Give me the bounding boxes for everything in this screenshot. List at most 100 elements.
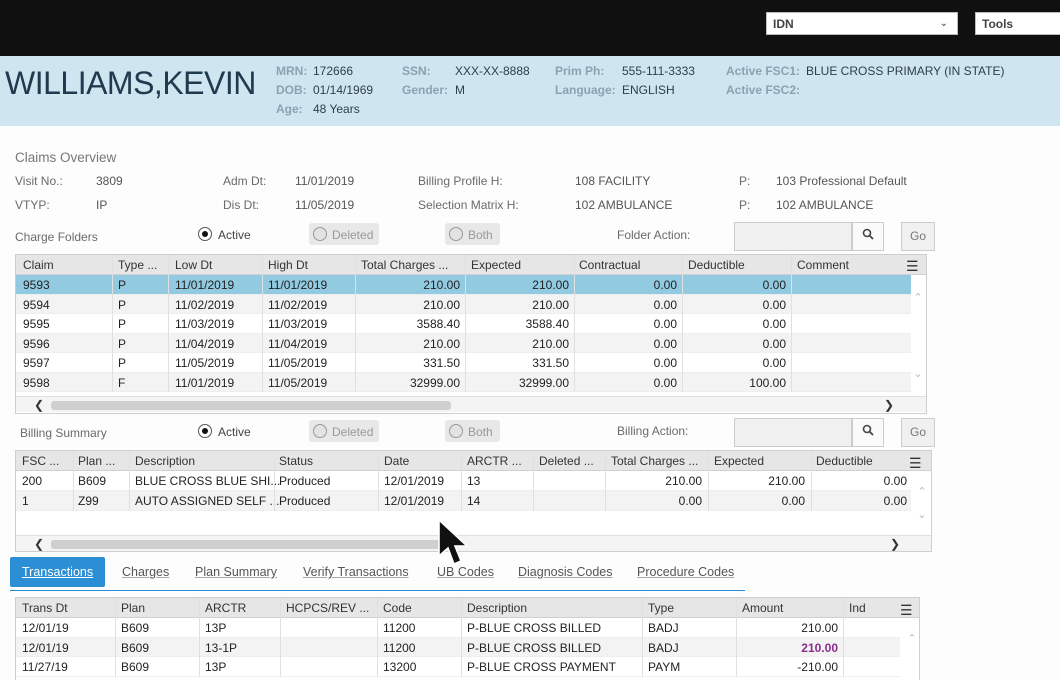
charge-folder-row[interactable]: 9596 P 11/04/2019 11/04/2019 210.00 210.00 0.0… (16, 333, 911, 353)
p2-label: P: (739, 198, 751, 212)
scroll-up-icon[interactable]: ⌃ (913, 485, 931, 498)
charge-active-radio[interactable] (198, 227, 212, 241)
charge-folder-row[interactable]: 9593 P 11/01/2019 11/01/2019 210.00 210.00 0.0… (16, 275, 911, 295)
charge-folders-grid: Claim Type ... Low Dt High Dt Total Char… (15, 254, 927, 414)
column-divider (533, 451, 534, 511)
col-header[interactable]: Date (384, 454, 409, 468)
col-header[interactable]: Total Charges ... (611, 454, 698, 468)
column-divider (461, 598, 462, 677)
charge-both-radio[interactable] (449, 227, 463, 241)
col-header[interactable]: Claim (23, 258, 54, 272)
table-cell: 0.00 (653, 297, 677, 312)
col-header[interactable]: ARCTR ... (467, 454, 522, 468)
table-cell: F (118, 375, 126, 390)
folder-action-search-button[interactable] (852, 222, 884, 251)
col-header[interactable]: Contractual (579, 258, 640, 272)
billing-both-radio[interactable] (449, 424, 463, 438)
column-divider (642, 598, 643, 677)
ssn-value: XXX-XX-8888 (455, 64, 530, 78)
scroll-up-icon[interactable]: ⌃ (903, 632, 921, 645)
tab-plan-summary[interactable]: Plan Summary (195, 565, 277, 579)
billing-summary-row[interactable]: 200 B609 BLUE CROSS BLUE SHI... Produced 12/… (16, 471, 911, 491)
col-header[interactable]: Expected (471, 258, 521, 272)
scroll-left-icon[interactable]: ❮ (34, 398, 44, 412)
tab-procedure-codes[interactable]: Procedure Codes (637, 565, 734, 579)
billing-action-input[interactable] (734, 418, 852, 447)
column-divider (574, 255, 575, 392)
table-cell: 0.00 (762, 336, 786, 351)
table-cell: 11/05/2019 (268, 356, 328, 370)
col-header[interactable]: HCPCS/REV ... (286, 601, 369, 615)
col-header[interactable]: Type ... (118, 258, 157, 272)
grid-menu-icon[interactable]: ☰ (906, 258, 919, 275)
tools-select[interactable]: Tools (975, 12, 1060, 35)
billing-go-button[interactable]: Go (901, 418, 935, 447)
column-divider (791, 255, 792, 392)
col-header[interactable]: Plan (121, 601, 145, 615)
scroll-thumb[interactable] (51, 401, 451, 410)
tab-diagnosis-codes[interactable]: Diagnosis Codes (518, 565, 613, 579)
billing-both-label: Both (468, 425, 493, 439)
col-header[interactable]: FSC ... (22, 454, 59, 468)
idn-select[interactable]: IDN ⌄ (766, 12, 958, 35)
charge-deleted-radio[interactable] (313, 227, 327, 241)
scroll-up-icon[interactable]: ⌃ (909, 291, 927, 304)
tab-transactions[interactable]: Transactions (10, 557, 106, 587)
col-header[interactable]: Comment (797, 258, 849, 272)
transaction-row[interactable]: 12/01/19 B609 13P 11200 P-BLUE CROSS BILLED B… (16, 618, 900, 638)
table-cell: P (118, 356, 127, 370)
billing-summary-hscroll[interactable]: ❮ ❯ (16, 535, 931, 551)
table-cell: 0.00 (762, 356, 786, 370)
charge-deleted-label: Deleted (332, 228, 374, 242)
table-cell: 11/03/2019 (268, 317, 328, 331)
billing-active-radio[interactable] (198, 424, 212, 438)
col-header[interactable]: Deductible (816, 454, 873, 468)
grid-menu-icon[interactable]: ☰ (909, 455, 922, 472)
col-header[interactable]: High Dt (268, 258, 308, 272)
charge-folder-row[interactable]: 9597 P 11/05/2019 11/05/2019 331.50 331.50 0.0… (16, 353, 911, 373)
charge-folder-row[interactable]: 9595 P 11/03/2019 11/03/2019 3588.40 3588.40 0… (16, 314, 911, 334)
col-header[interactable]: Trans Dt (22, 601, 68, 615)
col-header[interactable]: Deductible (688, 258, 745, 272)
tab-charges[interactable]: Charges (122, 565, 169, 579)
col-header[interactable]: Plan ... (78, 454, 115, 468)
col-header[interactable]: ARCTR (205, 601, 246, 615)
column-divider (73, 451, 74, 511)
transaction-row[interactable]: 11/27/19 B609 13P 13200 P-BLUE CROSS PAYMENT… (16, 657, 900, 677)
billing-action-search-button[interactable] (852, 418, 884, 447)
scroll-right-icon[interactable]: ❯ (884, 398, 894, 412)
column-divider (262, 255, 263, 392)
scroll-down-icon[interactable]: ⌄ (913, 508, 931, 521)
table-cell: 3588.40 (416, 317, 460, 331)
scroll-down-icon[interactable]: ⌄ (909, 367, 927, 380)
charge-folder-row[interactable]: 9594 P 11/02/2019 11/02/2019 210.00 210.00 0.0… (16, 294, 911, 314)
table-cell: 0.00 (653, 356, 677, 370)
col-header[interactable]: Amount (742, 601, 783, 615)
charge-folder-row[interactable]: 9598 F 11/01/2019 11/05/2019 32999.00 32999.0… (16, 372, 911, 392)
tab-verify-transactions[interactable]: Verify Transactions (303, 565, 409, 579)
scroll-thumb[interactable] (51, 540, 451, 549)
scroll-right-icon[interactable]: ❯ (890, 537, 900, 551)
billing-summary-row[interactable]: 1 Z99 AUTO ASSIGNED SELF ... Produced 12/01/… (16, 491, 911, 511)
table-cell: 0.00 (653, 317, 677, 331)
transaction-row[interactable]: 12/01/19 B609 13-1P 11200 P-BLUE CROSS BILLE… (16, 637, 900, 657)
col-header[interactable]: Low Dt (175, 258, 212, 272)
column-divider (377, 598, 378, 677)
col-header[interactable]: Status (279, 454, 313, 468)
folder-go-button[interactable]: Go (901, 222, 935, 251)
col-header[interactable]: Code (383, 601, 412, 615)
billing-deleted-radio[interactable] (313, 424, 327, 438)
col-header[interactable]: Deleted ... (539, 454, 594, 468)
table-cell: 11200 (383, 640, 416, 655)
col-header[interactable]: Description (135, 454, 195, 468)
col-header[interactable]: Ind (849, 601, 866, 615)
charge-folders-hscroll[interactable]: ❮ ❯ (16, 396, 926, 412)
grid-menu-icon[interactable]: ☰ (900, 602, 913, 619)
col-header[interactable]: Total Charges ... (361, 258, 448, 272)
scroll-left-icon[interactable]: ❮ (34, 537, 44, 551)
col-header[interactable]: Expected (714, 454, 764, 468)
col-header[interactable]: Type (648, 601, 674, 615)
col-header[interactable]: Description (467, 601, 527, 615)
column-divider (461, 451, 462, 511)
folder-action-input[interactable] (734, 222, 852, 251)
